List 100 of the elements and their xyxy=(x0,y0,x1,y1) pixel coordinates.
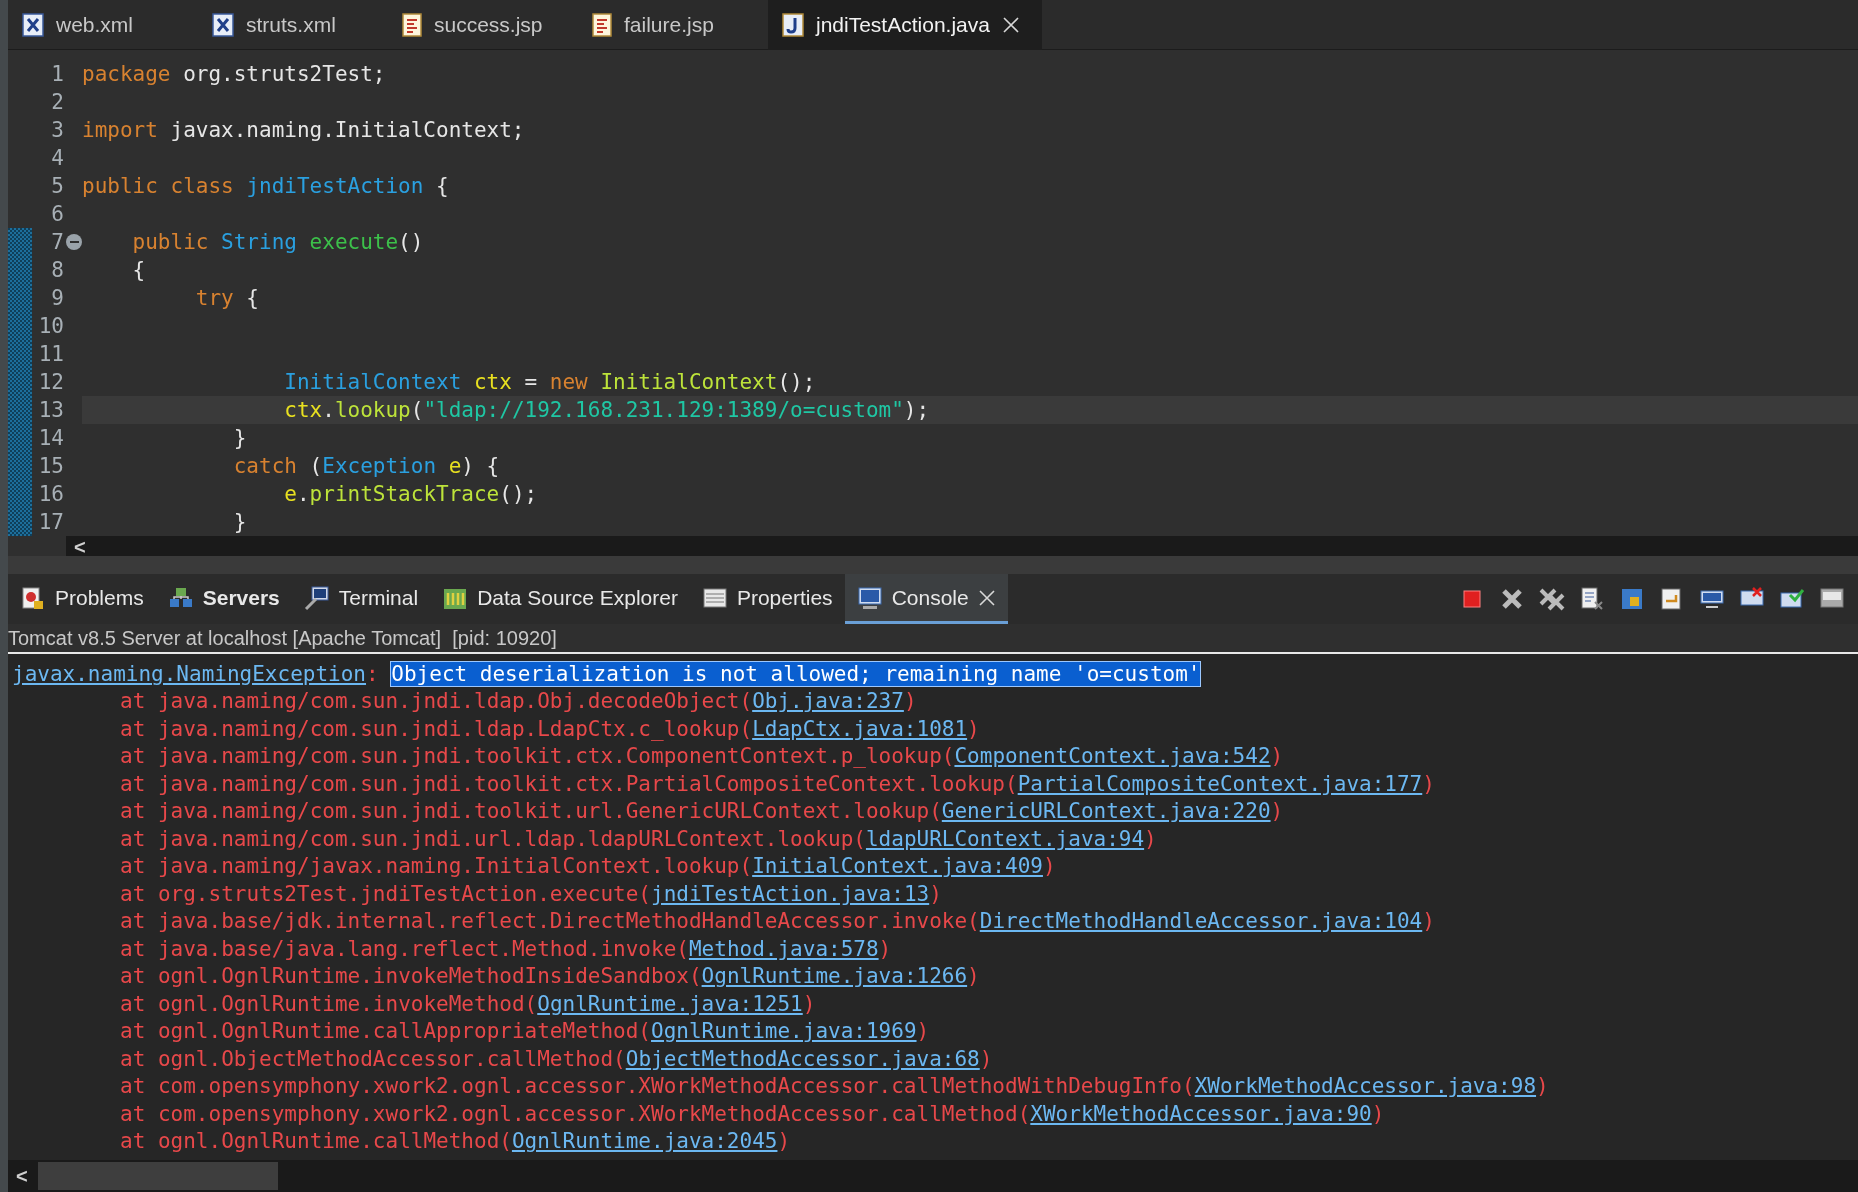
closing-paren: ) xyxy=(1270,744,1284,769)
source-link[interactable]: GenericURLContext.java:220 xyxy=(941,799,1271,824)
line-number: 3 xyxy=(50,118,64,142)
tab-label: Problems xyxy=(55,585,144,610)
closing-paren: ) xyxy=(1422,771,1435,796)
source-link[interactable]: ObjectMethodAccessor.java:68 xyxy=(625,1046,980,1071)
closing-paren: ) xyxy=(929,881,942,906)
code-line: try { xyxy=(194,285,260,312)
tab-label: jndiTestAction.java xyxy=(816,13,990,37)
xml-file-icon xyxy=(22,13,44,37)
code-line: public class jndiTestAction { xyxy=(82,173,450,200)
stack-frame: at com.opensymphony.xwork2.ognl.accessor.XWorkMethodAccessor.callMethodWithDebugInfo( xyxy=(120,1074,1195,1099)
code-line: { xyxy=(131,257,147,284)
code-line: public String execute() xyxy=(131,229,425,256)
source-link[interactable]: OgnlRuntime.java:1266 xyxy=(701,964,968,989)
closing-paren: ) xyxy=(1144,826,1157,851)
panel-tab[interactable]: Servers xyxy=(155,574,292,624)
source-link[interactable]: OgnlRuntime.java:1969 xyxy=(651,1019,917,1044)
source-link[interactable]: XWorkMethodAccessor.java:98 xyxy=(1194,1074,1537,1099)
source-link[interactable]: InitialContext.java:409 xyxy=(752,854,1043,879)
source-link[interactable]: ldapURLContext.java:94 xyxy=(865,826,1145,851)
exception-message: Object deserialization is not allowed; remaining name 'o=custom' xyxy=(391,661,1201,686)
panel-tab[interactable]: Data Source Explorer xyxy=(430,574,690,624)
tab-label: Servers xyxy=(202,585,280,610)
closing-paren: ) xyxy=(878,936,892,961)
line-number: 13 xyxy=(37,398,64,422)
java-file-icon xyxy=(782,13,804,37)
exception-link[interactable]: javax.naming.NamingException xyxy=(12,661,366,686)
stack-frame: at org.struts2Test.jndiTestAction.execute( xyxy=(120,881,651,906)
tab-label: struts.xml xyxy=(246,13,336,37)
scrollbar-thumb[interactable] xyxy=(37,1162,278,1190)
stack-frame: at ognl.OgnlRuntime.invokeMethodInsideSandbox( xyxy=(120,964,702,989)
line-number: 12 xyxy=(37,370,64,394)
editor-tab[interactable]: success.jsp xyxy=(388,0,578,50)
console-icon xyxy=(856,584,883,611)
code-line: e.printStackTrace(); xyxy=(283,481,539,508)
line-number: 2 xyxy=(50,90,64,114)
editor-tab[interactable]: struts.xml xyxy=(198,0,388,50)
closing-paren: ) xyxy=(967,964,980,989)
stack-frame: at java.naming/com.sun.jndi.ldap.Obj.decodeObject( xyxy=(120,689,753,714)
panel-tab[interactable]: Properties xyxy=(689,574,845,624)
source-link[interactable]: ComponentContext.java:542 xyxy=(954,744,1271,769)
stack-frame: at ognl.OgnlRuntime.invokeMethod( xyxy=(120,991,538,1016)
line-number: 8 xyxy=(50,258,64,282)
code-line: } xyxy=(232,425,248,452)
editor-tab[interactable]: web.xml xyxy=(8,0,198,50)
line-number: 16 xyxy=(37,482,64,506)
problems-icon xyxy=(20,584,46,611)
scroll-left-arrow[interactable]: < xyxy=(74,536,86,559)
code-line: package org.struts2Test; xyxy=(82,61,387,88)
separator: : xyxy=(366,661,380,686)
stack-frame: at java.naming/com.sun.jndi.toolkit.ctx.ComponentContext.p_lookup( xyxy=(120,744,955,769)
panel-tab[interactable]: Terminal xyxy=(291,574,431,624)
line-number: 9 xyxy=(50,286,64,310)
source-link[interactable]: PartialCompositeContext.java:177 xyxy=(1017,771,1423,796)
source-link[interactable]: jndiTestAction.java:13 xyxy=(651,881,930,906)
source-link[interactable]: DirectMethodHandleAccessor.java:104 xyxy=(979,909,1423,934)
source-link[interactable]: Method.java:578 xyxy=(688,936,879,961)
stack-frame: at java.naming/com.sun.jndi.ldap.LdapCtx.c_lookup( xyxy=(120,716,753,741)
panel-tab[interactable]: Console xyxy=(844,574,1008,624)
close-icon[interactable] xyxy=(1001,16,1020,34)
source-link[interactable]: Obj.java:237 xyxy=(752,689,904,714)
tab-label: Data Source Explorer xyxy=(477,585,678,610)
closing-paren: ) xyxy=(777,1129,791,1154)
xml-file-icon xyxy=(212,13,234,37)
editor-tab[interactable]: failure.jsp xyxy=(578,0,768,50)
line-number: 11 xyxy=(37,342,64,366)
fold-icon[interactable] xyxy=(66,234,82,250)
line-number: 10 xyxy=(37,314,64,338)
tab-label: success.jsp xyxy=(434,13,543,37)
closing-paren: ) xyxy=(916,1019,930,1044)
line-number: 1 xyxy=(50,62,64,86)
panel-tab[interactable]: Problems xyxy=(8,574,156,624)
closing-paren: ) xyxy=(1371,1101,1385,1126)
tab-label: Properties xyxy=(736,585,833,610)
stack-frame: at ognl.OgnlRuntime.callMethod( xyxy=(120,1129,512,1154)
source-link[interactable]: LdapCtx.java:1081 xyxy=(752,716,968,741)
tab-label: Terminal xyxy=(338,585,419,610)
stack-frame: at java.naming/javax.naming.InitialContext.lookup( xyxy=(120,854,753,879)
scroll-left-arrow[interactable]: < xyxy=(16,1164,28,1188)
stack-frame: at ognl.ObjectMethodAccessor.callMethod( xyxy=(120,1046,626,1071)
tab-label: Console xyxy=(891,585,969,610)
source-link[interactable]: XWorkMethodAccessor.java:90 xyxy=(1030,1101,1372,1126)
stack-frame: at ognl.OgnlRuntime.callAppropriateMethod( xyxy=(120,1019,651,1044)
line-number: 14 xyxy=(37,426,64,450)
horizontal-scrollbar[interactable]: < xyxy=(8,1160,1858,1192)
console-title: Tomcat v8.5 Server at localhost [Apache Tomcat] [pid: 10920] xyxy=(8,626,557,650)
closing-paren: ) xyxy=(802,991,816,1016)
editor-tab[interactable]: jndiTestAction.java xyxy=(768,0,1042,50)
source-link[interactable]: OgnlRuntime.java:2045 xyxy=(511,1129,778,1154)
stack-frame: at java.naming/com.sun.jndi.toolkit.ctx.PartialCompositeContext.lookup( xyxy=(120,771,1018,796)
close-icon[interactable] xyxy=(977,588,996,607)
closing-paren: ) xyxy=(1536,1074,1549,1099)
closing-paren: ) xyxy=(1270,799,1284,824)
source-link[interactable]: OgnlRuntime.java:1251 xyxy=(537,991,803,1016)
stack-frame: at java.base/jdk.internal.reflect.DirectMethodHandleAccessor.invoke( xyxy=(120,909,980,934)
stack-frame: at com.opensymphony.xwork2.ognl.accessor.XWorkMethodAccessor.callMethod( xyxy=(120,1101,1031,1126)
closing-paren: ) xyxy=(903,689,917,714)
line-number: 4 xyxy=(50,146,64,170)
line-number: 15 xyxy=(37,454,64,478)
